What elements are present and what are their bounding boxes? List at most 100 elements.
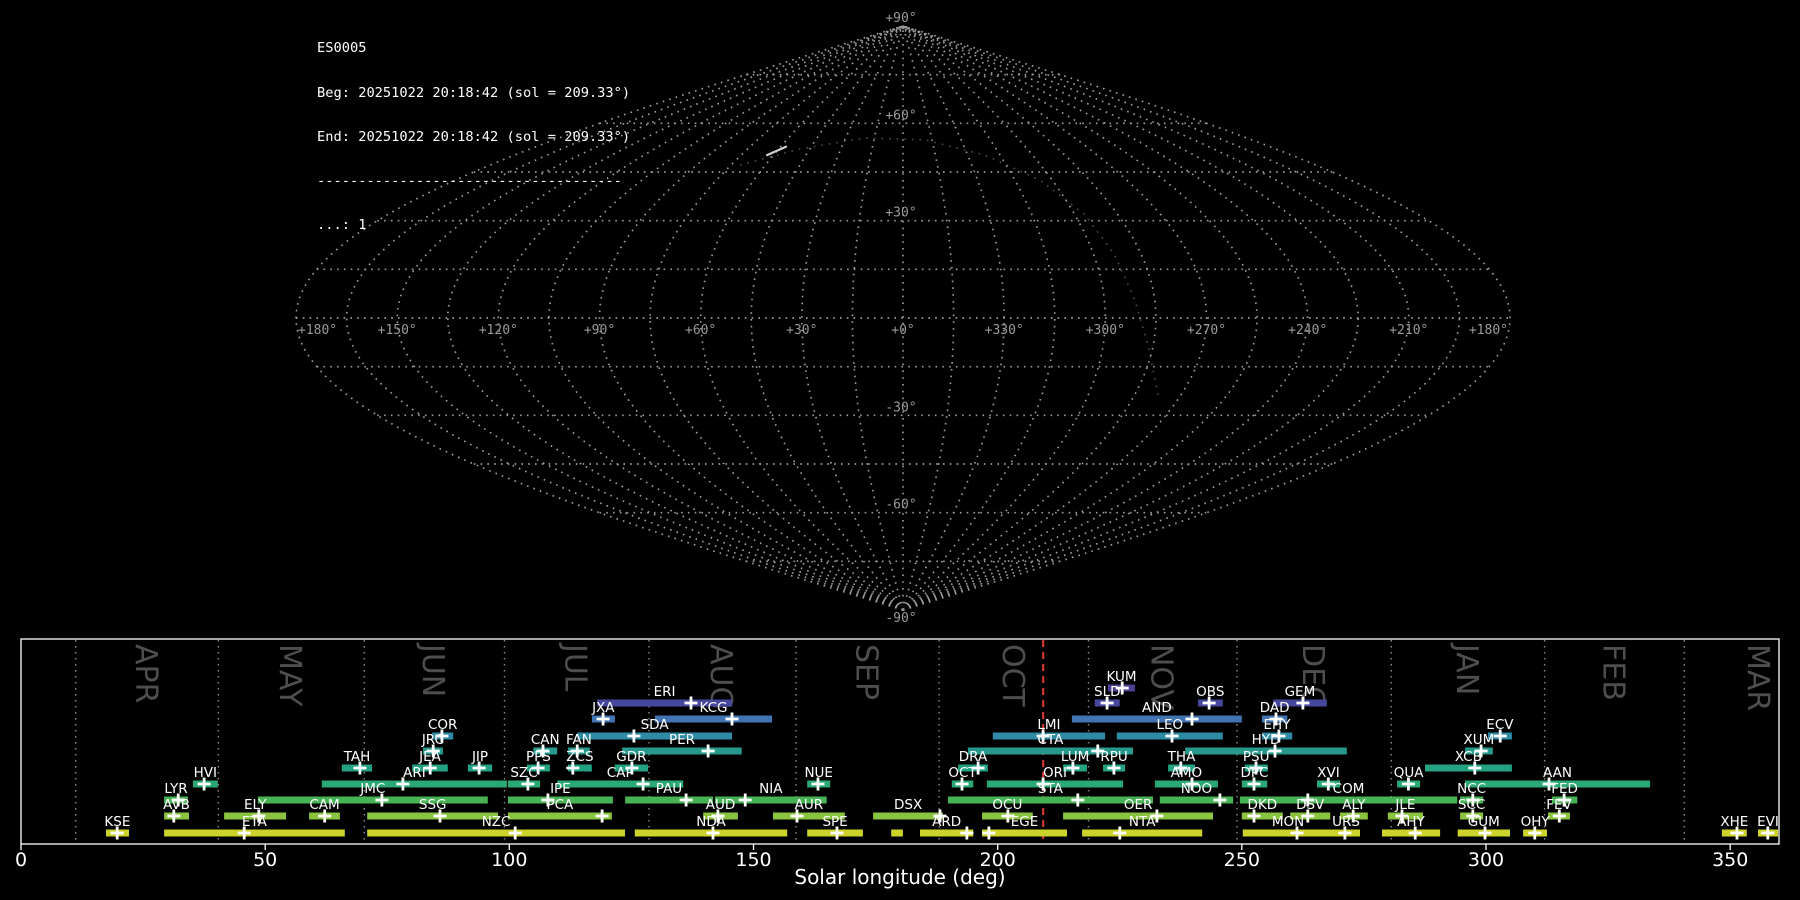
shower-bar bbox=[891, 829, 903, 837]
shower-label-FED: FED bbox=[1551, 781, 1578, 797]
shower-label-LYR: LYR bbox=[164, 781, 187, 797]
longitude-label: +0° bbox=[891, 323, 914, 338]
shower-label-NTA: NTA bbox=[1129, 814, 1156, 830]
shower-label-XCB: XCB bbox=[1455, 749, 1482, 765]
shower-label-DAD: DAD bbox=[1260, 700, 1290, 716]
shower-label-JEA: JEA bbox=[418, 749, 442, 765]
sphere-grid-meridian bbox=[902, 25, 1157, 611]
shower-label-ALY: ALY bbox=[1342, 797, 1366, 813]
shower-label-XHE: XHE bbox=[1720, 814, 1748, 830]
shower-label-PSU: PSU bbox=[1243, 749, 1270, 765]
observation-info-block: ES0005 Beg: 20251022 20:18:42 (sol = 209… bbox=[317, 12, 630, 262]
shower-label-OBS: OBS bbox=[1196, 684, 1224, 700]
shower-label-STA: STA bbox=[1038, 781, 1064, 797]
longitude-label: +300° bbox=[1086, 323, 1125, 338]
shower-label-THA: THA bbox=[1167, 749, 1196, 765]
shower-bar-ARI bbox=[321, 780, 507, 788]
x-axis-tick-label: 200 bbox=[980, 849, 1016, 871]
month-label: JAN bbox=[1449, 642, 1484, 695]
shower-label-LMI: LMI bbox=[1037, 717, 1060, 733]
shower-label-LUM: LUM bbox=[1061, 749, 1089, 765]
shower-label-ARI: ARI bbox=[403, 765, 426, 781]
shower-label-NOO: NOO bbox=[1181, 781, 1212, 797]
shower-label-OCT: OCT bbox=[948, 765, 977, 781]
shower-label-ETA: ETA bbox=[242, 814, 268, 830]
shower-bar-MON bbox=[1242, 829, 1334, 837]
longitude-label: +180° bbox=[298, 323, 337, 338]
shower-bar-KCG bbox=[654, 715, 773, 723]
meteor-trail bbox=[765, 145, 788, 157]
sphere-grid-meridian bbox=[649, 25, 904, 611]
sky-map-and-timeline-plot: Solar longitude (deg) +90° +60° +30° -30° -6… bbox=[15, 11, 1780, 889]
shower-labels: KUM ERI SLD OBS GEM JXA KCG AND DAD COR SDA LMI LEO E… bbox=[104, 669, 1778, 830]
shower-label-AHY: AHY bbox=[1397, 814, 1425, 830]
sphere-grid-meridian bbox=[699, 25, 904, 611]
shower-label-QUA: QUA bbox=[1394, 765, 1425, 781]
sphere-grid-meridian bbox=[902, 25, 1410, 611]
shower-label-ERI: ERI bbox=[654, 684, 676, 700]
longitude-label: +240° bbox=[1288, 323, 1327, 338]
shower-bar-STA bbox=[947, 796, 1153, 804]
peak-marker-CAP bbox=[636, 777, 650, 791]
x-axis-tick-label: 150 bbox=[735, 849, 771, 871]
shower-label-AUD: AUD bbox=[706, 797, 736, 813]
shower-label-ZCS: ZCS bbox=[566, 749, 593, 765]
begin-time: Beg: 20251022 20:18:42 (sol = 209.33°) bbox=[317, 84, 631, 101]
shower-label-XVI: XVI bbox=[1317, 765, 1339, 781]
shower-label-IPE: IPE bbox=[550, 781, 571, 797]
peak-marker-EGE bbox=[982, 826, 996, 840]
x-axis-tick-label: 100 bbox=[491, 849, 527, 871]
month-label: FEB bbox=[1595, 644, 1630, 701]
shower-label-RPU: RPU bbox=[1100, 749, 1127, 765]
shower-label-ARD: ARD bbox=[932, 814, 961, 830]
shower-label-DKD: DKD bbox=[1247, 797, 1277, 813]
latitude-label: -90° bbox=[885, 611, 916, 626]
month-label: MAY bbox=[272, 644, 307, 707]
shower-label-DSX: DSX bbox=[894, 797, 922, 813]
month-label: MAR bbox=[1740, 644, 1775, 711]
peak-marker-PCA bbox=[595, 809, 609, 823]
month-label: SEP bbox=[848, 644, 883, 700]
latitude-label: -60° bbox=[885, 498, 916, 513]
shower-label-EVI: EVI bbox=[1757, 814, 1779, 830]
x-axis-tick-label: 250 bbox=[1224, 849, 1260, 871]
shower-label-AUR: AUR bbox=[795, 797, 824, 813]
shower-label-COM: COM bbox=[1333, 781, 1365, 797]
shower-label-TAH: TAH bbox=[343, 749, 371, 765]
shower-label-SPE: SPE bbox=[822, 814, 847, 830]
latitude-label: -30° bbox=[885, 400, 916, 415]
shower-label-SCC: SCC bbox=[1458, 797, 1485, 813]
shower-label-ECV: ECV bbox=[1486, 717, 1514, 733]
latitude-label: +60° bbox=[885, 108, 916, 123]
shower-label-HYD: HYD bbox=[1252, 732, 1281, 748]
latitude-label: +90° bbox=[885, 11, 916, 26]
shower-label-DPC: DPC bbox=[1241, 765, 1269, 781]
longitude-label: +90° bbox=[584, 323, 615, 338]
longitude-label: +30° bbox=[786, 323, 817, 338]
shower-label-CAM: CAM bbox=[309, 797, 339, 813]
shower-label-JRC: JRC bbox=[421, 732, 444, 748]
shower-label-CAN: CAN bbox=[531, 732, 560, 748]
longitude-label: +210° bbox=[1389, 323, 1428, 338]
shower-label-OHY: OHY bbox=[1521, 814, 1551, 830]
meteor-great-circle bbox=[739, 137, 1159, 396]
peak-marker-NZC bbox=[508, 826, 522, 840]
shower-bar-NZC bbox=[367, 829, 625, 837]
x-axis-tick-label: 50 bbox=[253, 849, 277, 871]
end-time: End: 20251022 20:18:42 (sol = 209.33°) bbox=[317, 128, 631, 145]
shower-label-NCC: NCC bbox=[1457, 781, 1486, 797]
shower-label-KCG: KCG bbox=[699, 700, 727, 716]
shower-label-EHY: EHY bbox=[1264, 717, 1292, 733]
shower-label-AVB: AVB bbox=[163, 797, 190, 813]
sphere-grid-meridian bbox=[902, 25, 1006, 611]
longitude-label: +150° bbox=[378, 323, 417, 338]
shower-label-DRA: DRA bbox=[959, 749, 988, 765]
shower-label-AND: AND bbox=[1142, 700, 1172, 716]
shower-label-AAN: AAN bbox=[1543, 765, 1572, 781]
peak-marker-NIA bbox=[738, 793, 752, 807]
shower-bar-SDA bbox=[577, 732, 732, 740]
shower-label-JLE: JLE bbox=[1394, 797, 1415, 813]
shower-label-JIP: JIP bbox=[471, 749, 488, 765]
peak-marker-PER bbox=[701, 744, 715, 758]
shower-label-SZC: SZC bbox=[510, 765, 537, 781]
